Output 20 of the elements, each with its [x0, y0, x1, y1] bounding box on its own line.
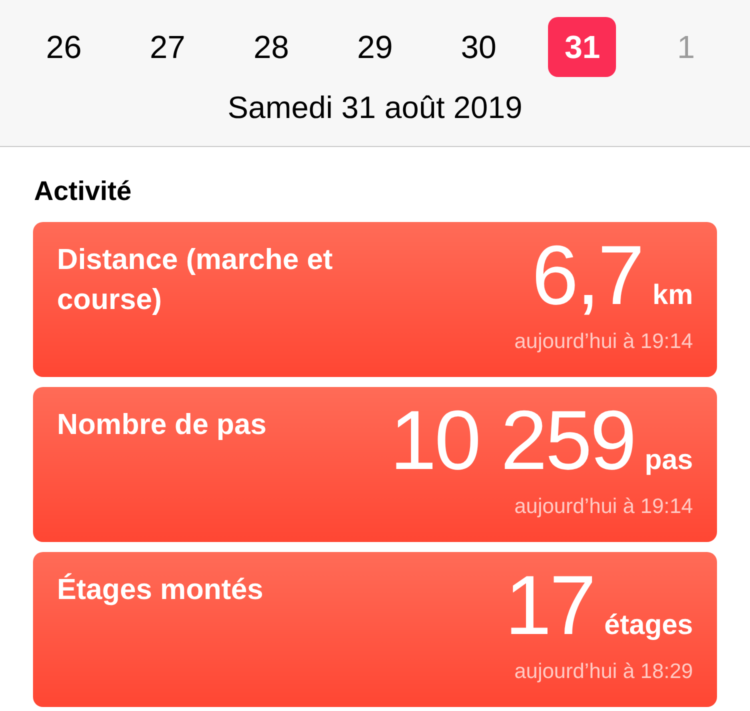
- metric-value: 10 259: [390, 394, 635, 484]
- section-title: Activité: [34, 175, 133, 208]
- day-button[interactable]: 28: [237, 17, 306, 77]
- metric-value: 17: [504, 560, 594, 650]
- updated-time: aujourd’hui à 18:29: [514, 658, 693, 684]
- metric-unit: km: [652, 278, 693, 312]
- metric-unit: pas: [644, 442, 693, 477]
- updated-time: aujourd’hui à 19:14: [514, 494, 693, 520]
- day-button[interactable]: 31: [548, 17, 616, 77]
- day-button[interactable]: 26: [30, 17, 98, 77]
- day-button[interactable]: 30: [444, 17, 513, 77]
- metric-unit: étages: [604, 608, 693, 642]
- date-label: Samedi 31 août 2019: [226, 89, 524, 127]
- updated-time: aujourd’hui à 19:14: [514, 328, 693, 354]
- day-button[interactable]: 29: [340, 17, 409, 77]
- card-title: Nombre de pas: [57, 408, 268, 442]
- card-title: Distance (marche et course): [57, 242, 334, 318]
- day-button[interactable]: 27: [134, 17, 202, 77]
- card-title: Étages montés: [57, 572, 264, 608]
- metric-value: 6,7: [532, 230, 643, 320]
